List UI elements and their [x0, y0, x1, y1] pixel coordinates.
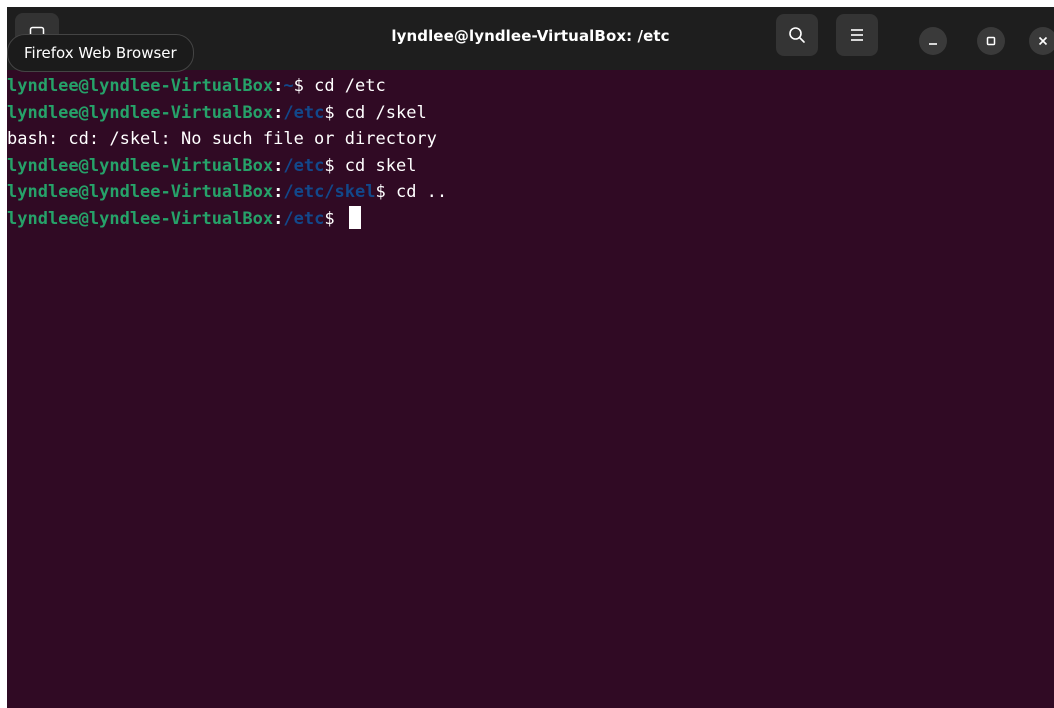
terminal-output[interactable]: lyndlee@lyndlee-VirtualBox:~$ cd /etc ly…	[7, 73, 1054, 708]
prompt-path: /etc	[283, 155, 325, 176]
prompt-path: /etc	[283, 208, 325, 229]
prompt-dollar: $	[375, 182, 386, 202]
terminal-line: lyndlee@lyndlee-VirtualBox:/etc/skel$ cd…	[7, 179, 1054, 206]
prompt-dollar: $	[293, 76, 304, 96]
command-text: cd /etc	[303, 76, 386, 96]
command-text: cd skel	[334, 155, 417, 176]
prompt-dollar: $	[324, 155, 335, 176]
menu-button[interactable]	[836, 14, 878, 56]
terminal-line: bash: cd: /skel: No such file or directo…	[7, 126, 1054, 153]
prompt-user: lyndlee@lyndlee-VirtualBox	[7, 76, 274, 96]
command-output: bash: cd: /skel: No such file or directo…	[7, 129, 437, 149]
minimize-icon	[929, 43, 937, 45]
command-text	[335, 209, 345, 229]
prompt-separator: :	[273, 102, 284, 123]
terminal-line: lyndlee@lyndlee-VirtualBox:/etc$	[7, 205, 1054, 233]
prompt-path: /etc/skel	[283, 182, 376, 202]
terminal-line: lyndlee@lyndlee-VirtualBox:/etc$ cd skel	[7, 153, 1054, 180]
search-icon	[789, 27, 805, 43]
prompt-separator: :	[273, 182, 284, 202]
terminal-line: lyndlee@lyndlee-VirtualBox:~$ cd /etc	[7, 73, 1054, 100]
tooltip: Firefox Web Browser	[7, 34, 194, 72]
close-button[interactable]	[1029, 27, 1054, 55]
prompt-separator: :	[273, 208, 284, 229]
prompt-path: /etc	[283, 102, 325, 123]
prompt-dollar: $	[324, 208, 335, 229]
prompt-user: lyndlee@lyndlee-VirtualBox	[7, 102, 274, 123]
maximize-button[interactable]	[977, 27, 1005, 55]
hamburger-menu-icon	[851, 29, 863, 41]
prompt-separator: :	[273, 155, 284, 176]
prompt-dollar: $	[324, 102, 335, 123]
maximize-icon	[986, 36, 996, 46]
minimize-button[interactable]	[919, 27, 947, 55]
terminal-window: lyndlee@lyndlee-VirtualBox: /etc Firefox…	[7, 7, 1054, 708]
command-text: cd ..	[385, 182, 448, 202]
prompt-user: lyndlee@lyndlee-VirtualBox	[7, 155, 274, 176]
command-text: cd /skel	[334, 102, 427, 123]
prompt-user: lyndlee@lyndlee-VirtualBox	[7, 182, 274, 202]
prompt-user: lyndlee@lyndlee-VirtualBox	[7, 208, 274, 229]
close-icon	[1038, 36, 1048, 46]
prompt-separator: :	[273, 76, 284, 96]
terminal-line: lyndlee@lyndlee-VirtualBox:/etc$ cd /ske…	[7, 100, 1054, 127]
text-cursor	[348, 205, 361, 229]
prompt-path: ~	[283, 76, 294, 96]
search-button[interactable]	[776, 14, 818, 56]
